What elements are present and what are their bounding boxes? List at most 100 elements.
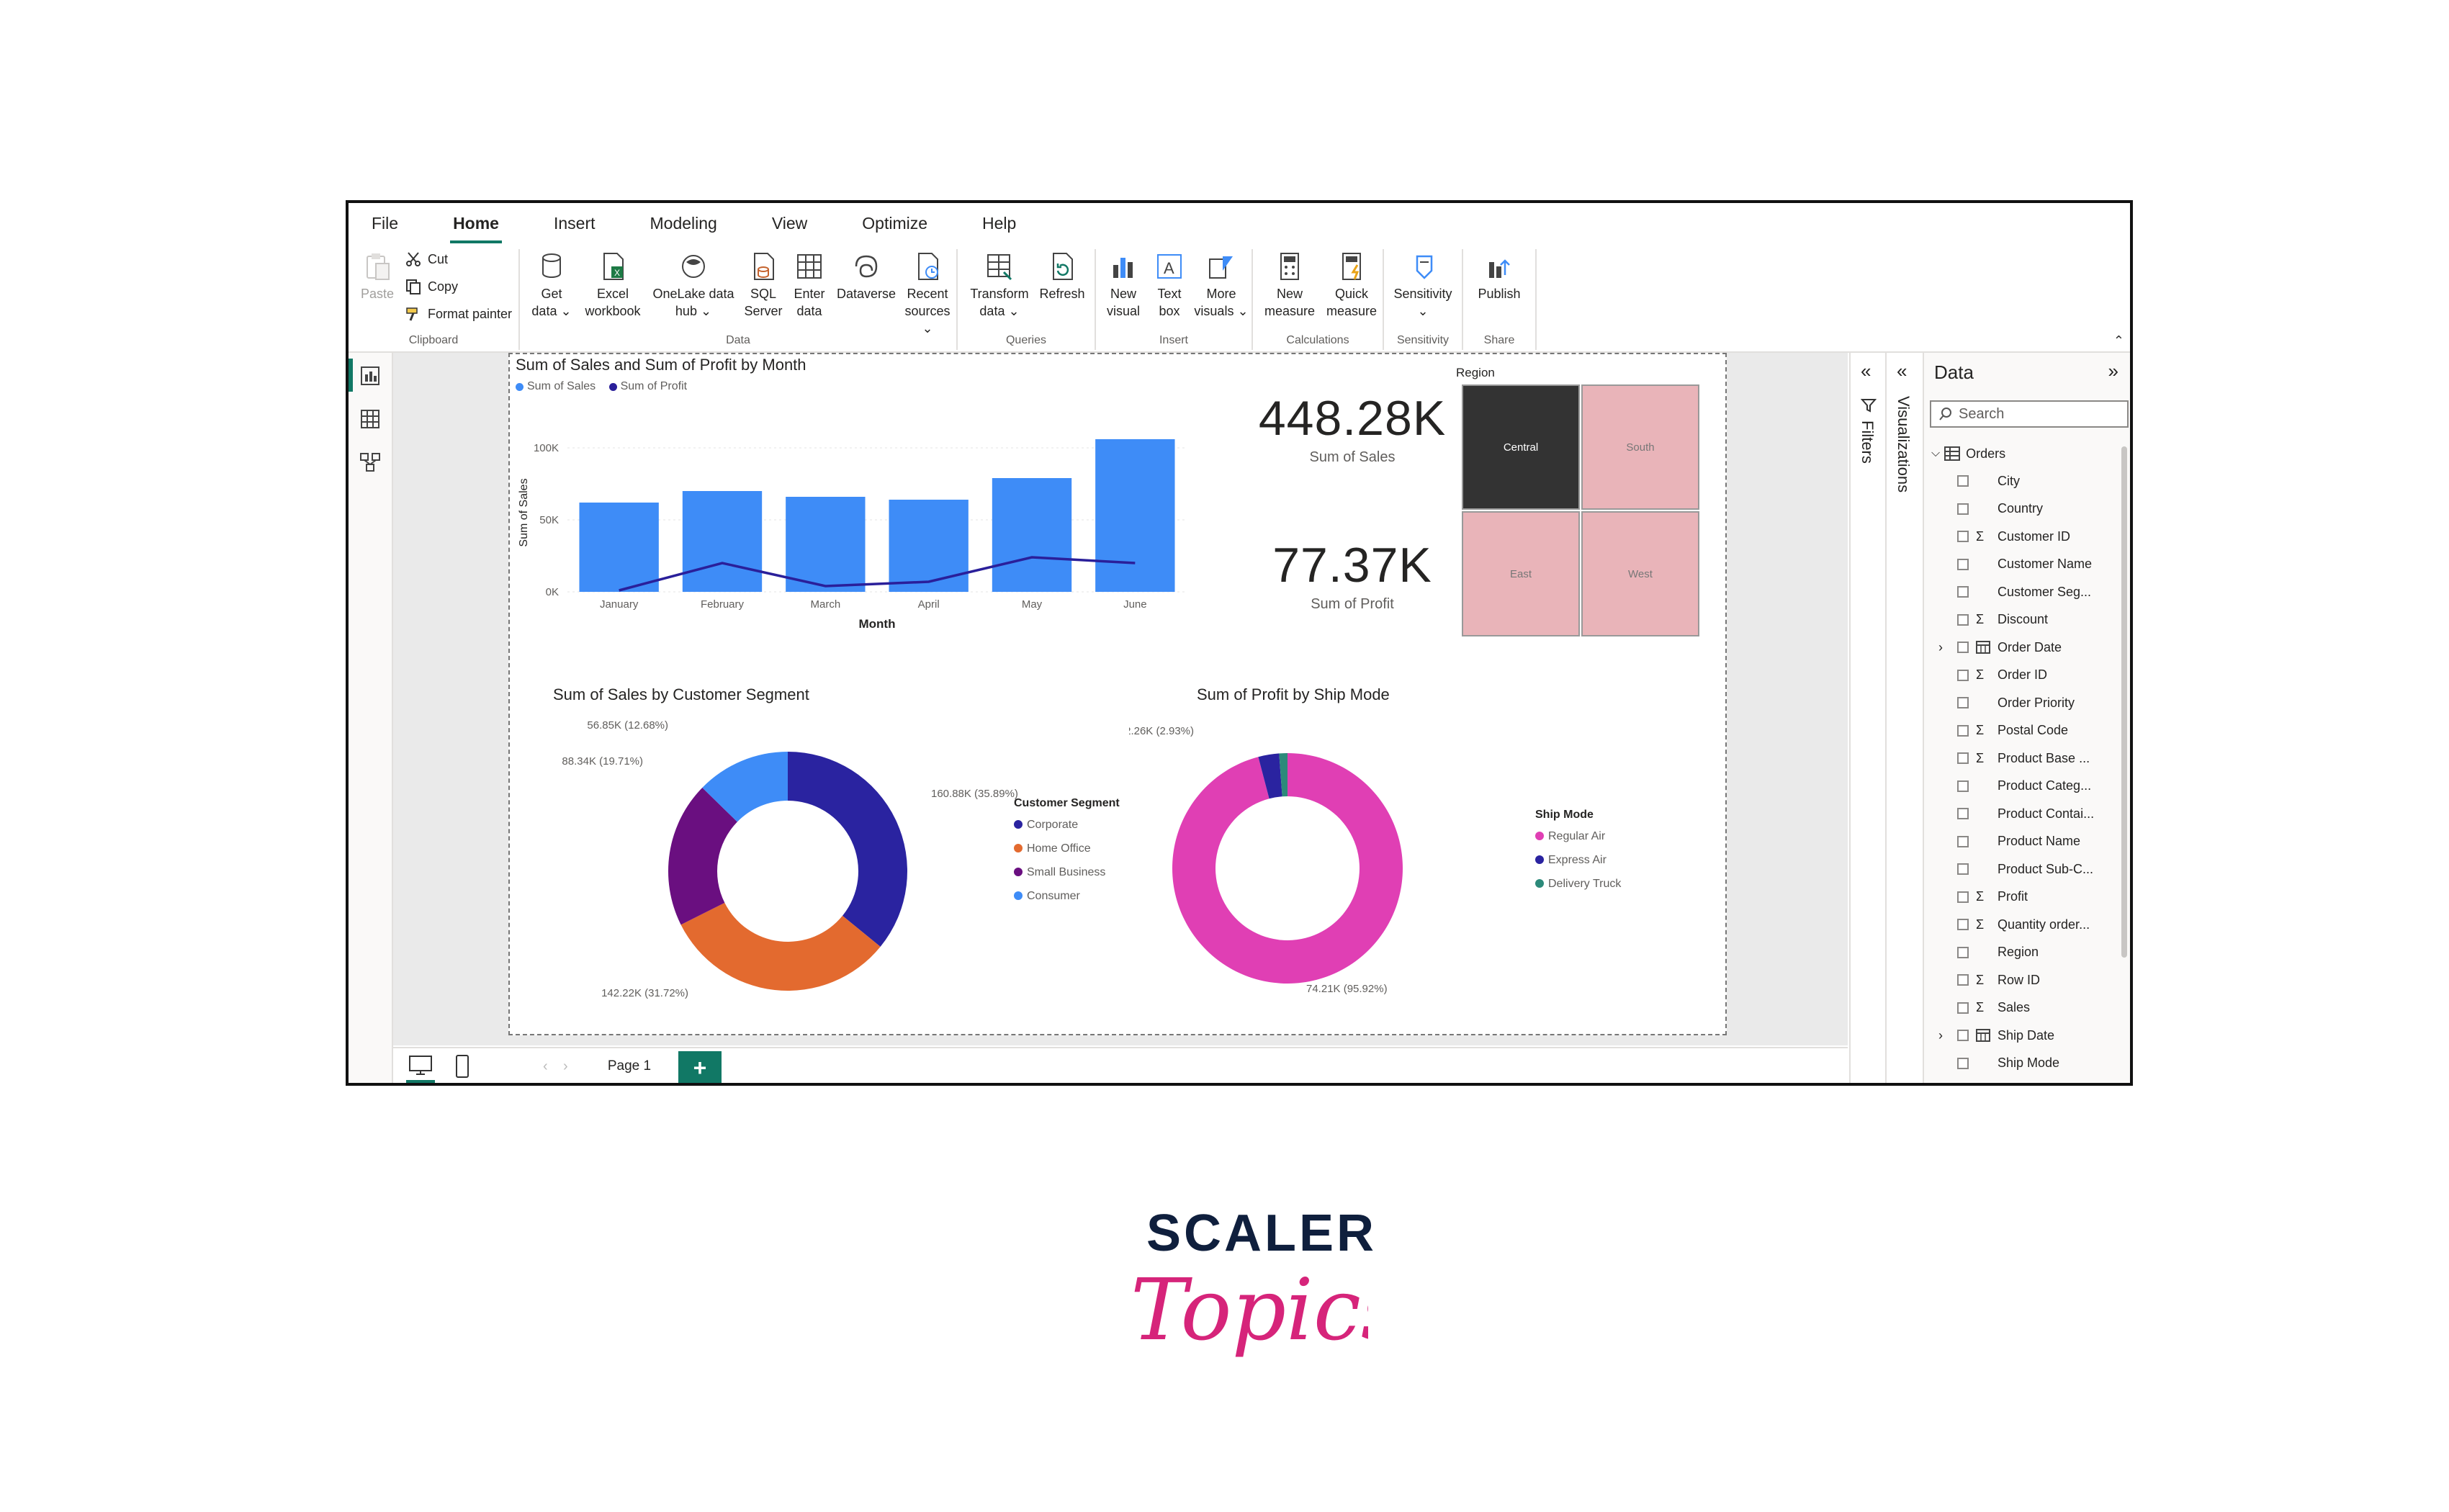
- table-view-icon[interactable]: [359, 408, 382, 431]
- field-order-id[interactable]: Σ Order ID: [1938, 662, 2047, 688]
- sensitivity-button[interactable]: Sensitivity ⌄: [1387, 251, 1459, 320]
- field-checkbox[interactable]: [1957, 752, 1969, 764]
- data-pane-scrollbar[interactable]: [2121, 446, 2127, 958]
- dataverse-button[interactable]: Dataverse: [834, 251, 899, 302]
- sql-server-button[interactable]: SQL Server: [742, 251, 785, 320]
- field-checkbox[interactable]: [1957, 1030, 1969, 1041]
- field-checkbox[interactable]: [1957, 863, 1969, 875]
- field-checkbox[interactable]: [1957, 974, 1969, 986]
- text-box-button[interactable]: A Text box: [1148, 251, 1191, 320]
- field-checkbox[interactable]: [1957, 808, 1969, 819]
- treemap-cell-west[interactable]: West: [1581, 511, 1699, 636]
- field-product-sub-c-[interactable]: Product Sub-C...: [1938, 856, 2093, 882]
- field-region[interactable]: Region: [1938, 940, 2039, 966]
- field-checkbox[interactable]: [1957, 613, 1969, 626]
- field-product-name[interactable]: Product Name: [1938, 829, 2080, 855]
- chevron-double-right-icon[interactable]: »: [2108, 360, 2118, 382]
- new-visual-button[interactable]: New visual: [1100, 251, 1146, 320]
- field-discount[interactable]: Σ Discount: [1938, 607, 2048, 633]
- add-page-button[interactable]: +: [678, 1051, 722, 1083]
- copy-button[interactable]: Copy: [405, 278, 458, 295]
- get-data-button[interactable]: Get data ⌄: [530, 251, 573, 320]
- field-checkbox[interactable]: [1957, 531, 1969, 542]
- treemap-cell-east[interactable]: East: [1462, 511, 1580, 636]
- field-customer-id[interactable]: Σ Customer ID: [1938, 523, 2070, 549]
- collapse-ribbon-icon[interactable]: ⌃: [2113, 333, 2124, 348]
- treemap-cell-south[interactable]: South: [1581, 384, 1699, 510]
- more-visuals-button[interactable]: More visuals ⌄: [1192, 251, 1250, 320]
- field-checkbox[interactable]: [1957, 835, 1969, 847]
- menu-tab-optimize[interactable]: Optimize: [853, 210, 936, 238]
- desktop-layout-icon[interactable]: [408, 1054, 433, 1077]
- field-product-categ-[interactable]: Product Categ...: [1938, 773, 2091, 799]
- field-checkbox[interactable]: [1957, 503, 1969, 515]
- field-order-date[interactable]: › Order Date: [1938, 634, 2062, 660]
- menu-tab-home[interactable]: Home: [444, 210, 508, 243]
- field-product-base-[interactable]: Σ Product Base ...: [1938, 745, 2090, 771]
- enter-data-button[interactable]: Enter data: [788, 251, 831, 320]
- chevron-right-icon[interactable]: ›: [563, 1058, 568, 1075]
- recent-sources-button[interactable]: Recent sources ⌄: [899, 251, 956, 337]
- field-checkbox[interactable]: [1957, 475, 1969, 487]
- chevron-right-icon[interactable]: ›: [1938, 1028, 1950, 1043]
- field-customer-name[interactable]: Customer Name: [1938, 552, 2092, 577]
- field-checkbox[interactable]: [1957, 919, 1969, 930]
- refresh-button[interactable]: Refresh: [1037, 251, 1087, 302]
- field-sales[interactable]: Σ Sales: [1938, 995, 2030, 1021]
- legend-item-profit[interactable]: Sum of Profit: [608, 380, 687, 393]
- field-customer-seg-[interactable]: Customer Seg...: [1938, 579, 2091, 605]
- menu-tab-help[interactable]: Help: [974, 210, 1025, 238]
- field-checkbox[interactable]: [1957, 724, 1969, 737]
- quick-measure-button[interactable]: Quick measure: [1321, 251, 1383, 320]
- new-measure-button[interactable]: New measure: [1257, 251, 1322, 320]
- field-quantity-order-[interactable]: Σ Quantity order...: [1938, 912, 2090, 937]
- model-view-icon[interactable]: [359, 451, 382, 474]
- field-checkbox[interactable]: [1957, 669, 1969, 681]
- field-order-priority[interactable]: Order Priority: [1938, 690, 2075, 716]
- table-orders[interactable]: ⌵ Orders: [1931, 441, 2005, 467]
- chevron-double-left-icon[interactable]: «: [1861, 360, 1871, 382]
- field-profit[interactable]: Σ Profit: [1938, 884, 2028, 910]
- treemap-cell-central[interactable]: Central: [1462, 384, 1580, 510]
- filters-pane[interactable]: « Filters: [1849, 353, 1887, 1083]
- bar-chart[interactable]: 0K 50K 100K January February March April May Jun…: [510, 397, 1201, 649]
- donut-chart-segment[interactable]: 160.88K (35.89%) 142.22K (31.72%) 88.34K (…: [510, 714, 1129, 1031]
- field-checkbox[interactable]: [1957, 946, 1969, 958]
- field-city[interactable]: City: [1938, 468, 2020, 494]
- donut-chart-shipmode[interactable]: 74.21K (95.92%) 2.26K (2.93%) Ship Mode Reg…: [1129, 714, 1720, 1031]
- format-painter-button[interactable]: Format painter: [405, 305, 512, 323]
- field-country[interactable]: Country: [1938, 496, 2043, 522]
- page-tab[interactable]: Page 1: [586, 1048, 673, 1083]
- field-checkbox[interactable]: [1957, 586, 1969, 598]
- field-checkbox[interactable]: [1957, 642, 1969, 653]
- publish-button[interactable]: Publish: [1470, 251, 1528, 302]
- chevron-left-icon[interactable]: ‹: [543, 1058, 548, 1075]
- field-checkbox[interactable]: [1957, 780, 1969, 792]
- field-checkbox[interactable]: [1957, 1002, 1969, 1014]
- chevron-right-icon[interactable]: ›: [1938, 640, 1950, 655]
- cut-button[interactable]: Cut: [405, 251, 448, 268]
- field-checkbox[interactable]: [1957, 697, 1969, 708]
- onelake-data-hub-button[interactable]: OneLake data hub ⌄: [648, 251, 739, 320]
- menu-tab-modeling[interactable]: Modeling: [642, 210, 726, 238]
- field-checkbox[interactable]: [1957, 558, 1969, 570]
- field-product-contai-[interactable]: Product Contai...: [1938, 801, 2094, 827]
- data-search-input[interactable]: Search: [1930, 400, 2129, 428]
- paste-button[interactable]: Paste: [356, 251, 399, 302]
- visualizations-pane[interactable]: « Visualizations: [1885, 353, 1923, 1083]
- legend-item-sales[interactable]: Sum of Sales: [516, 380, 596, 393]
- field-postal-code[interactable]: Σ Postal Code: [1938, 718, 2068, 744]
- transform-data-button[interactable]: Transform data ⌄: [965, 251, 1034, 320]
- excel-workbook-button[interactable]: X Excel workbook: [580, 251, 645, 320]
- menu-tab-insert[interactable]: Insert: [545, 210, 604, 238]
- chevron-double-left-icon[interactable]: «: [1897, 360, 1907, 382]
- field-ship-date[interactable]: › Ship Date: [1938, 1022, 2054, 1048]
- field-ship-mode[interactable]: Ship Mode: [1938, 1050, 2059, 1076]
- field-checkbox[interactable]: [1957, 891, 1969, 903]
- field-checkbox[interactable]: [1957, 1057, 1969, 1069]
- report-view-icon[interactable]: [359, 364, 382, 387]
- menu-tab-file[interactable]: File: [363, 210, 407, 238]
- field-row-id[interactable]: Σ Row ID: [1938, 967, 2040, 993]
- menu-tab-view[interactable]: View: [763, 210, 816, 238]
- mobile-layout-icon[interactable]: [454, 1054, 471, 1079]
